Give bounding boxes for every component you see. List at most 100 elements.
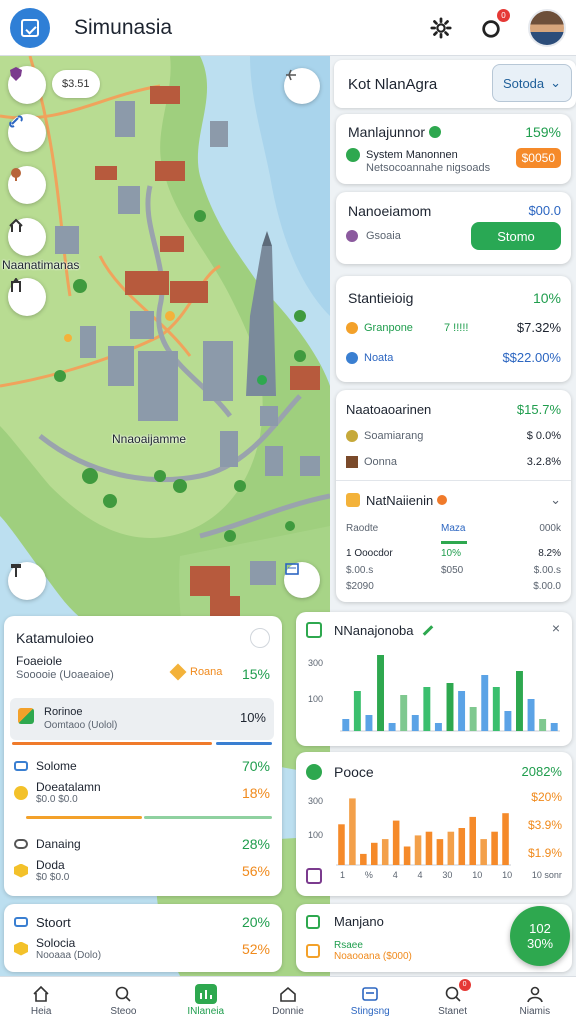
- start-button[interactable]: Stomo: [471, 222, 561, 250]
- chart-bar: [381, 839, 389, 865]
- map-value-chip[interactable]: $3.51: [52, 70, 100, 98]
- fab-line2: 30%: [526, 936, 554, 951]
- chart-bar: [481, 675, 489, 731]
- card1-pill: $0050: [515, 148, 561, 168]
- chart-bar: [446, 683, 454, 731]
- floating-action-button[interactable]: 102 30%: [510, 906, 570, 966]
- map-center-label: Nnaoaijamme: [112, 432, 187, 446]
- nav-settings[interactable]: Stingsng: [329, 977, 411, 1024]
- chart-bar: [403, 846, 411, 865]
- left-card1-percent: 15%: [241, 666, 270, 682]
- card4-row-label: Soamiarang: [364, 430, 424, 442]
- divider: [336, 480, 571, 481]
- list-item[interactable]: Granpone 7 !!!!! $7.32%: [346, 320, 561, 335]
- card-stoort[interactable]: Stoort 20% Solocia Nooaaa (Dolo) 52%: [4, 904, 282, 972]
- pin-icon[interactable]: [8, 166, 46, 204]
- nav-label: Donnie: [272, 1006, 304, 1017]
- chart-bar: [527, 699, 535, 731]
- card3-row-value: $$22.00%: [502, 350, 561, 365]
- selected-item-title: Rorinoe: [44, 706, 83, 718]
- progress-bar-green: [144, 816, 272, 819]
- coin-icon: [346, 321, 358, 334]
- link-icon[interactable]: [8, 114, 46, 152]
- chart-panel-nanajonoba[interactable]: NNanajonoba × 300 100: [296, 612, 572, 746]
- tag-icon: [169, 663, 187, 681]
- section-header[interactable]: NatNaiienin ⌄: [346, 492, 561, 508]
- nav-badge: 0: [458, 979, 471, 991]
- coin-icon: [14, 785, 28, 800]
- chart-bar: [371, 842, 378, 865]
- card-naatoaoarinen[interactable]: Naatoaoarinen $15.7% Soamiarang $ 0.0% O…: [336, 390, 571, 602]
- chart-panel-pooce[interactable]: Pooce 2082% 300 100 $20% $3.9% $1.9% 1% 4…: [296, 752, 572, 896]
- home-icon[interactable]: [8, 218, 46, 256]
- list-item[interactable]: Noata $$22.00%: [346, 350, 561, 365]
- y-tick: 300: [308, 796, 324, 806]
- info-icon[interactable]: [250, 628, 270, 648]
- layers-icon[interactable]: [284, 562, 320, 598]
- home-icon: [30, 984, 52, 1004]
- link-icon: [14, 839, 28, 849]
- list-item[interactable]: Doda $0 $0.0 56%: [14, 858, 270, 883]
- card4-section-title: NatNaiienin: [366, 492, 434, 508]
- card-katamuloieo[interactable]: Katamuloieo Foaeiole Sooooie (Uoaeaioe) …: [4, 616, 282, 896]
- list-item[interactable]: Oonna 3.2.8%: [346, 456, 561, 468]
- card3-percent: 10%: [532, 290, 561, 306]
- nav-home[interactable]: Heia: [0, 977, 82, 1024]
- notification-icon[interactable]: 0: [478, 8, 510, 41]
- avatar[interactable]: [528, 8, 566, 47]
- notification-badge: 0: [497, 8, 510, 22]
- list-item[interactable]: Doeatalamn $0.0 $0.0 18%: [14, 780, 270, 805]
- chart-bar: [502, 813, 509, 865]
- app-logo-icon[interactable]: [10, 7, 50, 48]
- shield-icon[interactable]: [8, 66, 46, 104]
- manjano-sub2: Noaooana ($000): [334, 951, 412, 962]
- person-icon: [524, 984, 546, 1004]
- table-row[interactable]: $2090 $.00.0: [346, 581, 561, 592]
- progress-bar: [441, 541, 467, 544]
- dropdown-value: Sotoda: [502, 75, 545, 91]
- selected-list-item[interactable]: Rorinoe Oomtaoo (Uolol) 10%: [10, 698, 274, 740]
- list-item[interactable]: Danaing 28%: [14, 836, 270, 852]
- list-item[interactable]: Solome 70%: [14, 758, 270, 774]
- table-row[interactable]: $.00.s $050 $.00.s: [346, 565, 561, 576]
- chart-bar: [447, 831, 455, 865]
- nav-profile[interactable]: Niamis: [494, 977, 576, 1024]
- chart-bar: [360, 853, 367, 865]
- chart-bar: [504, 711, 512, 731]
- nav-dashboard[interactable]: INlaneia: [165, 977, 247, 1024]
- list-item[interactable]: Soamiarang $ 0.0%: [346, 430, 561, 442]
- gear-icon[interactable]: [428, 15, 454, 41]
- nav-buildings[interactable]: Donnie: [247, 977, 329, 1024]
- nav-alerts[interactable]: 0 Stanet: [411, 977, 493, 1024]
- card-nanoeiamom[interactable]: Nanoeiamom $00.0 Gsoaia Stomo: [336, 192, 571, 264]
- nav-search[interactable]: Steoo: [82, 977, 164, 1024]
- left-card2-title: Stoort: [36, 914, 71, 930]
- chart-bar: [338, 824, 345, 865]
- chevron-down-icon: ⌄: [550, 75, 562, 90]
- close-icon[interactable]: ×: [552, 620, 560, 636]
- chart-bar: [539, 719, 547, 731]
- card-stantieioig[interactable]: Stantieioig 10% Granpone 7 !!!!! $7.32% …: [336, 276, 571, 382]
- card-manlajunnor[interactable]: Manlajunnor 159% System Manonnen Netsoco…: [336, 114, 571, 184]
- card1-sub2: Netsocoannahe nigsoads: [366, 162, 491, 174]
- chevron-down-icon[interactable]: ⌄: [550, 492, 561, 508]
- panel-icon: [359, 984, 381, 1004]
- search-icon: [112, 984, 134, 1004]
- panel-dropdown[interactable]: Sotoda ⌄: [492, 64, 572, 102]
- box-icon: [306, 944, 320, 958]
- chart-bar: [342, 719, 350, 731]
- side-value: $3.9%: [527, 818, 562, 832]
- hammer-icon[interactable]: [8, 562, 46, 600]
- alert-icon: [437, 495, 448, 505]
- calendar-icon[interactable]: [306, 868, 322, 884]
- compass-icon[interactable]: [284, 68, 320, 104]
- left-card1-title: Katamuloieo: [16, 630, 94, 646]
- edit-icon[interactable]: [422, 624, 433, 636]
- tag-icon: [346, 230, 358, 242]
- clover-icon: [306, 764, 322, 780]
- gate-icon[interactable]: [8, 278, 46, 316]
- progress-bar-orange: [12, 742, 212, 745]
- card4-value: $15.7%: [516, 402, 561, 417]
- table-row[interactable]: 1 Ooocdor 10% 8.2%: [346, 548, 561, 559]
- bottom-navigation: Heia Steoo INlaneia Donnie Stingsng 0 St…: [0, 976, 576, 1024]
